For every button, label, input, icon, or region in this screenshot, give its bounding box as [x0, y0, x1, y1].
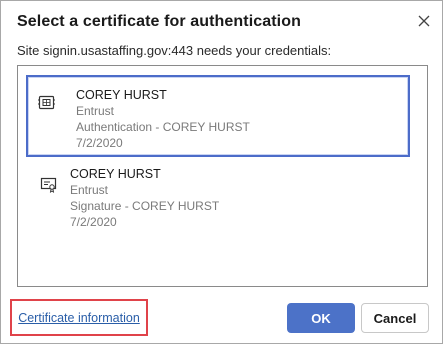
certificate-dialog: Select a certificate for authentication …	[0, 0, 443, 344]
certificate-icon	[40, 176, 58, 194]
ok-button[interactable]: OK	[287, 303, 355, 333]
close-button[interactable]	[412, 9, 436, 33]
certificate-date: 7/2/2020	[70, 215, 117, 229]
certificate-item-authentication[interactable]: COREY HURST Entrust Authentication - COR…	[26, 75, 410, 157]
certificate-item-signature[interactable]: COREY HURST Entrust Signature - COREY HU…	[26, 162, 410, 244]
close-icon	[418, 15, 430, 27]
dialog-title: Select a certificate for authentication	[17, 13, 301, 30]
dialog-subtitle: Site signin.usastaffing.gov:443 needs yo…	[17, 43, 332, 58]
certificate-issuer: Entrust	[70, 183, 109, 197]
chip-card-icon	[38, 94, 56, 112]
certificate-name: COREY HURST	[70, 167, 161, 181]
certificate-name: COREY HURST	[76, 88, 167, 102]
cancel-button[interactable]: Cancel	[361, 303, 429, 333]
certificate-date: 7/2/2020	[76, 136, 123, 150]
certificate-issuer: Entrust	[76, 104, 115, 118]
certificate-information-link[interactable]: Certificate information	[18, 311, 140, 325]
certificate-purpose: Signature - COREY HURST	[70, 199, 220, 213]
certificate-information-highlight: Certificate information	[10, 299, 148, 336]
certificate-purpose: Authentication - COREY HURST	[76, 120, 250, 134]
certificate-list[interactable]: COREY HURST Entrust Authentication - COR…	[17, 65, 428, 287]
